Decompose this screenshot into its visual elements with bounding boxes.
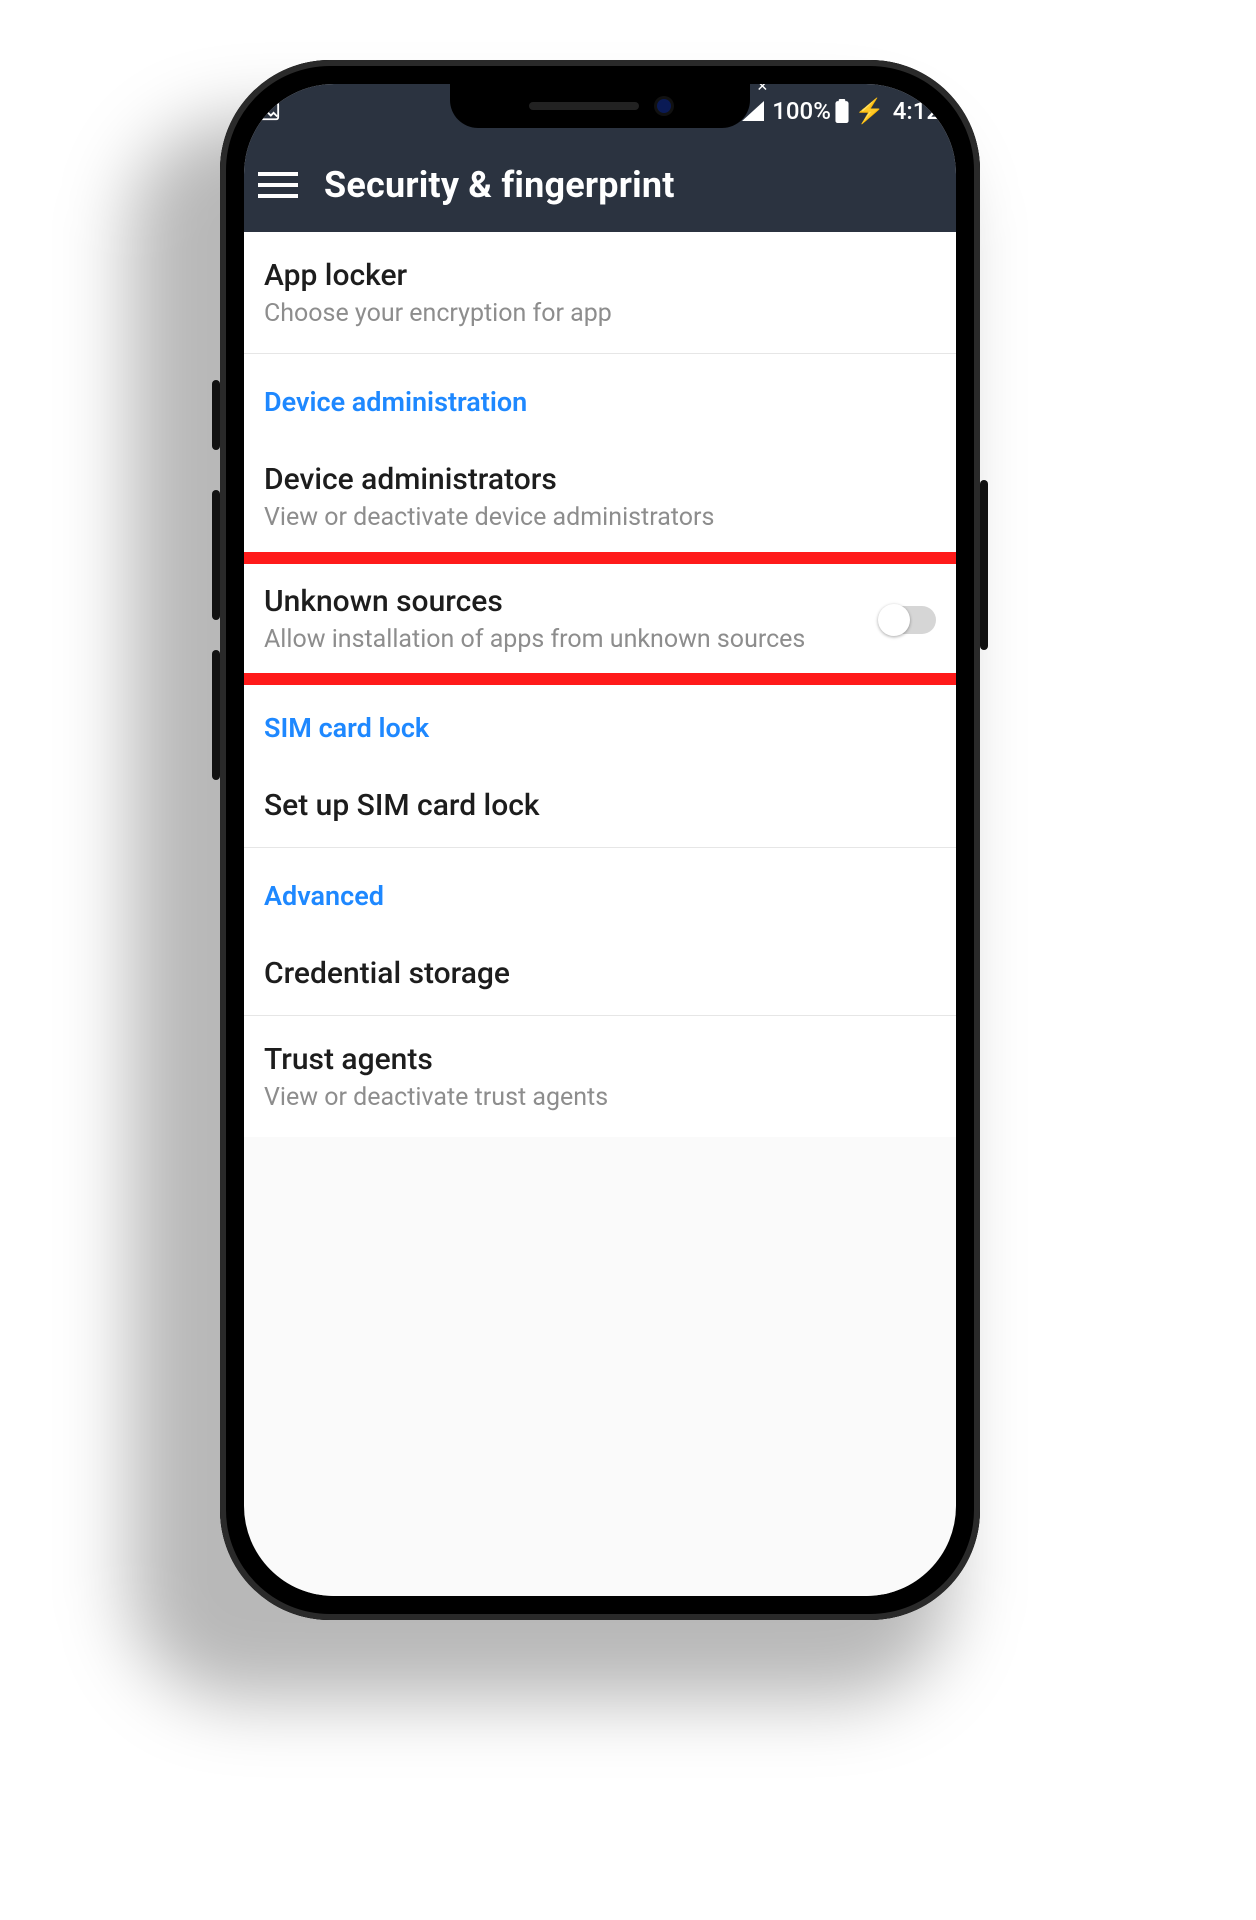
battery-icon: 100% ⚡ — [772, 97, 884, 125]
bottom-fade — [244, 1562, 956, 1596]
row-title: Credential storage — [264, 956, 936, 991]
section-device-administration: Device administration — [244, 354, 956, 436]
screen: N VoLTE ✕ 100% ⚡ 4:12 — [244, 84, 956, 1596]
notch — [450, 84, 750, 128]
row-trust-agents[interactable]: Trust agents View or deactivate trust ag… — [244, 1016, 956, 1137]
battery-percent: 100% — [772, 97, 831, 125]
image-notification-icon — [258, 100, 280, 122]
settings-list: App locker Choose your encryption for ap… — [244, 232, 956, 1137]
highlight-bar-top — [244, 552, 956, 564]
speaker-grille — [529, 102, 639, 110]
row-subtitle: View or deactivate device administrators — [264, 503, 936, 533]
unknown-sources-toggle[interactable] — [880, 606, 936, 634]
row-subtitle: Choose your encryption for app — [264, 299, 936, 329]
row-title: Set up SIM card lock — [264, 788, 936, 823]
clock: 4:12 — [893, 97, 940, 125]
page-title: Security & fingerprint — [324, 164, 675, 206]
front-camera — [657, 99, 671, 113]
row-subtitle: View or deactivate trust agents — [264, 1083, 936, 1113]
row-credential-storage[interactable]: Credential storage — [244, 930, 956, 1016]
section-sim-card-lock: SIM card lock — [244, 680, 956, 762]
row-subtitle: Allow installation of apps from unknown … — [264, 625, 864, 655]
side-button-power — [980, 480, 988, 650]
app-bar: Security & fingerprint — [244, 138, 956, 232]
highlight-bar-bottom — [244, 673, 956, 685]
row-unknown-sources[interactable]: Unknown sources Allow installation of ap… — [244, 558, 956, 680]
row-title: Device administrators — [264, 462, 936, 497]
section-advanced: Advanced — [244, 848, 956, 930]
toggle-knob — [878, 604, 910, 636]
row-title: Trust agents — [264, 1042, 936, 1077]
row-app-locker[interactable]: App locker Choose your encryption for ap… — [244, 232, 956, 354]
side-button-vol-dn — [212, 650, 220, 780]
side-button-mute — [212, 380, 220, 450]
row-title: Unknown sources — [264, 584, 864, 619]
menu-icon[interactable] — [258, 172, 298, 198]
charging-icon: ⚡ — [855, 97, 885, 125]
row-setup-sim-lock[interactable]: Set up SIM card lock — [244, 762, 956, 848]
row-title: App locker — [264, 258, 936, 293]
phone-frame: N VoLTE ✕ 100% ⚡ 4:12 — [220, 60, 980, 1620]
row-device-administrators[interactable]: Device administrators View or deactivate… — [244, 436, 956, 558]
side-button-vol-up — [212, 490, 220, 620]
